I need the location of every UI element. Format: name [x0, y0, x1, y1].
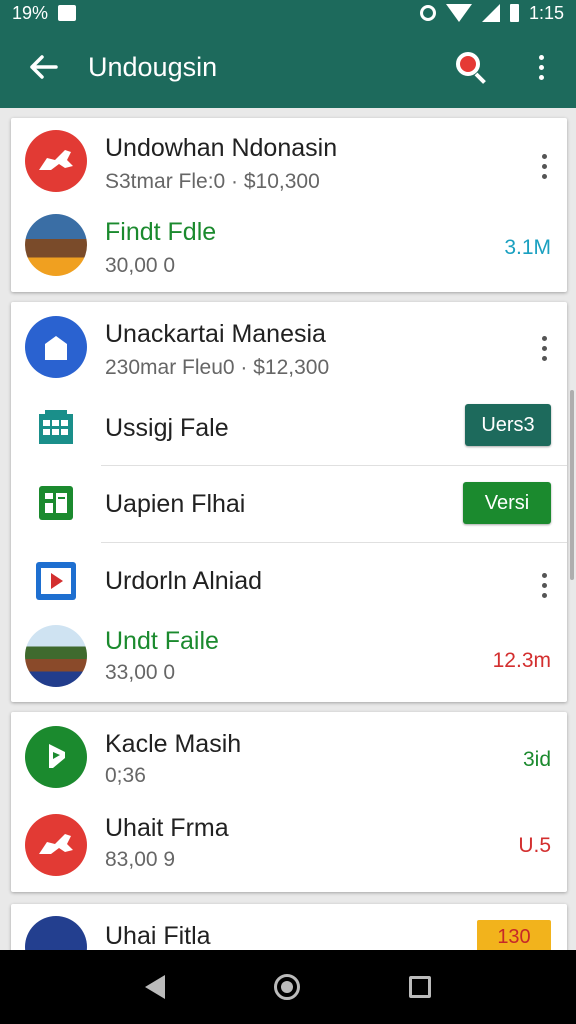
file-size: U.5	[518, 834, 551, 857]
file-subtitle: 33,00 0	[105, 661, 176, 684]
file-size: 3.1M	[504, 236, 551, 259]
scrollbar[interactable]	[570, 390, 574, 580]
list-item[interactable]: Urdorln Alniad	[11, 543, 567, 619]
card-title: Kacle Masih	[105, 730, 242, 758]
building-thumbnail	[25, 214, 87, 276]
search-icon	[454, 50, 488, 84]
wifi-icon	[445, 4, 472, 22]
alarm-icon	[419, 5, 436, 21]
dog-logo-icon	[25, 130, 87, 192]
building-thumbnail	[25, 625, 87, 687]
calendar-grid-icon	[37, 408, 75, 451]
card-title: Unackartai Manesia	[105, 320, 326, 348]
file-row[interactable]: Uhait Frma 83,00 9 U.5	[11, 802, 567, 892]
version-button[interactable]: Uers3	[465, 404, 551, 446]
page-title: Undougsin	[88, 51, 218, 82]
overflow-menu-button[interactable]	[506, 26, 576, 108]
home-icon	[25, 316, 87, 378]
card-2: Unackartai Manesia 230mar Fleu0 · $12,30…	[11, 302, 567, 702]
more-vert-icon	[538, 54, 544, 80]
file-title: Undt Faile	[105, 627, 219, 655]
card-subtitle: 230mar Fleu0 · $12,300	[105, 356, 330, 379]
card-header[interactable]: Unackartai Manesia 230mar Fleu0 · $12,30…	[11, 302, 567, 390]
more-vert-icon[interactable]	[542, 336, 547, 361]
app-bar: Undougsin	[0, 26, 576, 108]
nav-back-icon[interactable]	[144, 975, 165, 999]
play-badge-icon	[25, 726, 87, 788]
video-icon	[35, 561, 77, 606]
list-item[interactable]: Ussigj Fale Uers3	[11, 390, 567, 466]
item-label: Ussigj Fale	[105, 414, 229, 442]
file-title: Findt Fdle	[105, 218, 217, 246]
signal-icon	[481, 4, 500, 22]
sheet-icon	[37, 484, 75, 527]
file-size: 12.3m	[492, 649, 551, 672]
image-notification-icon	[58, 5, 77, 21]
nav-home-icon[interactable]	[273, 974, 300, 1000]
list-item[interactable]: Uapien Flhai Versi	[11, 466, 567, 542]
search-button[interactable]	[436, 26, 506, 108]
dog-logo-icon	[25, 814, 87, 876]
more-vert-icon[interactable]	[542, 573, 547, 598]
file-row[interactable]: Undt Faile 33,00 0 12.3m	[11, 619, 567, 702]
card-header[interactable]: Undowhan Ndonasin S3tmar Fle:0 · $10,300	[11, 118, 567, 206]
status-bar: 19% 1:15	[0, 0, 576, 26]
card-3: Kacle Masih 0;36 3id Uhait Frma 83,00 9 …	[11, 712, 567, 892]
clock: 1:15	[528, 2, 564, 23]
file-subtitle: 30,00 0	[105, 254, 176, 277]
card-1: Undowhan Ndonasin S3tmar Fle:0 · $10,300…	[11, 118, 567, 292]
card-title: Undowhan Ndonasin	[105, 134, 338, 162]
card-title: Uhai Fitla	[105, 922, 211, 950]
card-subtitle: 0;36	[105, 764, 146, 787]
card-subtitle: S3tmar Fle:0 · $10,300	[105, 170, 320, 193]
file-row[interactable]: Findt Fdle 30,00 0 3.1M	[11, 206, 567, 292]
file-title: Uhait Frma	[105, 814, 229, 842]
battery-percent: 19%	[12, 2, 49, 23]
item-label: Uapien Flhai	[105, 490, 246, 518]
item-label: Urdorln Alniad	[105, 567, 263, 595]
more-vert-icon[interactable]	[542, 154, 547, 179]
version-button[interactable]: Versi	[463, 482, 551, 524]
meta-value: 3id	[522, 748, 551, 771]
card-header[interactable]: Kacle Masih 0;36 3id	[11, 712, 567, 802]
nav-recents-icon[interactable]	[409, 976, 432, 998]
back-arrow-icon[interactable]	[0, 26, 88, 108]
file-subtitle: 83,00 9	[105, 848, 176, 871]
count-badge: 130	[477, 920, 551, 954]
system-nav-bar	[0, 950, 576, 1024]
battery-icon	[509, 4, 519, 22]
